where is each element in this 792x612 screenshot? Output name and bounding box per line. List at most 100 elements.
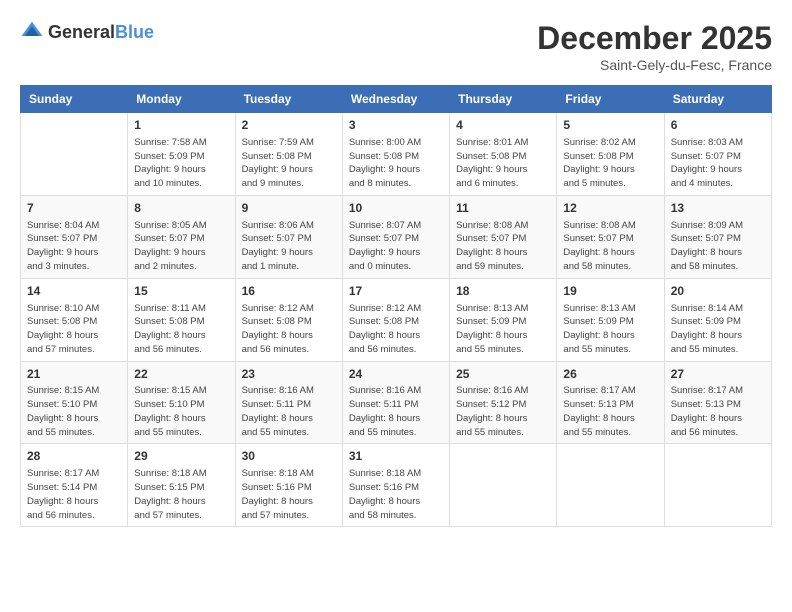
day-number: 25 xyxy=(456,366,550,383)
calendar-cell: 6 Sunrise: 8:03 AMSunset: 5:07 PMDaylight… xyxy=(664,113,771,196)
day-number: 30 xyxy=(242,448,336,465)
day-info: Sunrise: 8:17 AMSunset: 5:14 PMDaylight:… xyxy=(27,467,121,522)
day-info: Sunrise: 8:15 AMSunset: 5:10 PMDaylight:… xyxy=(27,384,121,439)
calendar-cell xyxy=(664,444,771,527)
calendar-header-friday: Friday xyxy=(557,86,664,113)
calendar-cell: 27Sunrise: 8:17 AMSunset: 5:13 PMDayligh… xyxy=(664,361,771,444)
day-info: Sunrise: 8:09 AMSunset: 5:07 PMDaylight:… xyxy=(671,219,765,274)
logo-text: GeneralBlue xyxy=(48,23,154,41)
day-info: Sunrise: 8:18 AMSunset: 5:15 PMDaylight:… xyxy=(134,467,228,522)
day-info: Sunrise: 8:07 AMSunset: 5:07 PMDaylight:… xyxy=(349,219,443,274)
day-info: Sunrise: 7:59 AMSunset: 5:08 PMDaylight:… xyxy=(242,136,336,191)
calendar-cell: 30 Sunrise: 8:18 AMSunset: 5:16 PMDayligh… xyxy=(235,444,342,527)
calendar-cell: 29 Sunrise: 8:18 AMSunset: 5:15 PMDayligh… xyxy=(128,444,235,527)
calendar-cell: 17 Sunrise: 8:12 AMSunset: 5:08 PMDayligh… xyxy=(342,278,449,361)
month-title: December 2025 xyxy=(537,20,772,57)
calendar-cell xyxy=(21,113,128,196)
calendar-header-thursday: Thursday xyxy=(450,86,557,113)
location: Saint-Gely-du-Fesc, France xyxy=(537,57,772,73)
day-number: 27 xyxy=(671,366,765,383)
title-section: December 2025 Saint-Gely-du-Fesc, France xyxy=(537,20,772,73)
calendar-cell: 15Sunrise: 8:11 AMSunset: 5:08 PMDayligh… xyxy=(128,278,235,361)
day-info: Sunrise: 8:14 AMSunset: 5:09 PMDaylight:… xyxy=(671,302,765,357)
day-number: 15 xyxy=(134,283,228,300)
day-number: 5 xyxy=(563,117,657,134)
calendar-cell: 31 Sunrise: 8:18 AMSunset: 5:16 PMDayligh… xyxy=(342,444,449,527)
calendar-cell: 2 Sunrise: 7:59 AMSunset: 5:08 PMDaylight… xyxy=(235,113,342,196)
day-info: Sunrise: 8:16 AMSunset: 5:11 PMDaylight:… xyxy=(242,384,336,439)
logo-general: General xyxy=(48,22,115,42)
day-number: 14 xyxy=(27,283,121,300)
calendar-cell: 26Sunrise: 8:17 AMSunset: 5:13 PMDayligh… xyxy=(557,361,664,444)
day-info: Sunrise: 8:15 AMSunset: 5:10 PMDaylight:… xyxy=(134,384,228,439)
day-info: Sunrise: 8:04 AMSunset: 5:07 PMDaylight:… xyxy=(27,219,121,274)
calendar-header-tuesday: Tuesday xyxy=(235,86,342,113)
header: GeneralBlue December 2025 Saint-Gely-du-… xyxy=(20,20,772,73)
day-number: 9 xyxy=(242,200,336,217)
calendar-week-4: 28 Sunrise: 8:17 AMSunset: 5:14 PMDayligh… xyxy=(21,444,772,527)
calendar-cell: 22Sunrise: 8:15 AMSunset: 5:10 PMDayligh… xyxy=(128,361,235,444)
calendar-week-0: 1 Sunrise: 7:58 AMSunset: 5:09 PMDaylight… xyxy=(21,113,772,196)
day-info: Sunrise: 8:16 AMSunset: 5:12 PMDaylight:… xyxy=(456,384,550,439)
calendar-cell: 7 Sunrise: 8:04 AMSunset: 5:07 PMDaylight… xyxy=(21,195,128,278)
calendar-cell: 24Sunrise: 8:16 AMSunset: 5:11 PMDayligh… xyxy=(342,361,449,444)
day-number: 22 xyxy=(134,366,228,383)
day-info: Sunrise: 8:17 AMSunset: 5:13 PMDaylight:… xyxy=(563,384,657,439)
calendar-table: SundayMondayTuesdayWednesdayThursdayFrid… xyxy=(20,85,772,527)
day-number: 31 xyxy=(349,448,443,465)
day-info: Sunrise: 8:13 AMSunset: 5:09 PMDaylight:… xyxy=(563,302,657,357)
day-number: 20 xyxy=(671,283,765,300)
calendar-cell: 20 Sunrise: 8:14 AMSunset: 5:09 PMDayligh… xyxy=(664,278,771,361)
day-info: Sunrise: 8:12 AMSunset: 5:08 PMDaylight:… xyxy=(349,302,443,357)
day-number: 10 xyxy=(349,200,443,217)
calendar-cell: 4Sunrise: 8:01 AMSunset: 5:08 PMDaylight… xyxy=(450,113,557,196)
day-number: 4 xyxy=(456,117,550,134)
day-number: 7 xyxy=(27,200,121,217)
calendar-cell: 1 Sunrise: 7:58 AMSunset: 5:09 PMDaylight… xyxy=(128,113,235,196)
calendar-cell: 5Sunrise: 8:02 AMSunset: 5:08 PMDaylight… xyxy=(557,113,664,196)
calendar-cell xyxy=(557,444,664,527)
calendar-header-wednesday: Wednesday xyxy=(342,86,449,113)
calendar-cell: 28 Sunrise: 8:17 AMSunset: 5:14 PMDayligh… xyxy=(21,444,128,527)
calendar-week-3: 21Sunrise: 8:15 AMSunset: 5:10 PMDayligh… xyxy=(21,361,772,444)
day-info: Sunrise: 8:12 AMSunset: 5:08 PMDaylight:… xyxy=(242,302,336,357)
day-info: Sunrise: 8:08 AMSunset: 5:07 PMDaylight:… xyxy=(456,219,550,274)
calendar-cell: 13 Sunrise: 8:09 AMSunset: 5:07 PMDayligh… xyxy=(664,195,771,278)
day-number: 29 xyxy=(134,448,228,465)
day-info: Sunrise: 7:58 AMSunset: 5:09 PMDaylight:… xyxy=(134,136,228,191)
calendar-header-saturday: Saturday xyxy=(664,86,771,113)
calendar-cell: 8Sunrise: 8:05 AMSunset: 5:07 PMDaylight… xyxy=(128,195,235,278)
day-number: 17 xyxy=(349,283,443,300)
calendar-cell: 14 Sunrise: 8:10 AMSunset: 5:08 PMDayligh… xyxy=(21,278,128,361)
calendar-cell: 10 Sunrise: 8:07 AMSunset: 5:07 PMDayligh… xyxy=(342,195,449,278)
day-info: Sunrise: 8:13 AMSunset: 5:09 PMDaylight:… xyxy=(456,302,550,357)
day-info: Sunrise: 8:03 AMSunset: 5:07 PMDaylight:… xyxy=(671,136,765,191)
day-info: Sunrise: 8:18 AMSunset: 5:16 PMDaylight:… xyxy=(349,467,443,522)
day-info: Sunrise: 8:18 AMSunset: 5:16 PMDaylight:… xyxy=(242,467,336,522)
day-number: 1 xyxy=(134,117,228,134)
day-info: Sunrise: 8:06 AMSunset: 5:07 PMDaylight:… xyxy=(242,219,336,274)
day-number: 2 xyxy=(242,117,336,134)
day-number: 12 xyxy=(563,200,657,217)
day-info: Sunrise: 8:08 AMSunset: 5:07 PMDaylight:… xyxy=(563,219,657,274)
calendar-cell: 16Sunrise: 8:12 AMSunset: 5:08 PMDayligh… xyxy=(235,278,342,361)
day-number: 8 xyxy=(134,200,228,217)
day-number: 21 xyxy=(27,366,121,383)
calendar-cell: 18 Sunrise: 8:13 AMSunset: 5:09 PMDayligh… xyxy=(450,278,557,361)
day-number: 18 xyxy=(456,283,550,300)
calendar-header-monday: Monday xyxy=(128,86,235,113)
day-number: 26 xyxy=(563,366,657,383)
calendar-cell: 12 Sunrise: 8:08 AMSunset: 5:07 PMDayligh… xyxy=(557,195,664,278)
day-number: 28 xyxy=(27,448,121,465)
calendar-cell: 23Sunrise: 8:16 AMSunset: 5:11 PMDayligh… xyxy=(235,361,342,444)
day-number: 19 xyxy=(563,283,657,300)
day-number: 13 xyxy=(671,200,765,217)
day-info: Sunrise: 8:10 AMSunset: 5:08 PMDaylight:… xyxy=(27,302,121,357)
calendar-cell: 11Sunrise: 8:08 AMSunset: 5:07 PMDayligh… xyxy=(450,195,557,278)
day-number: 3 xyxy=(349,117,443,134)
logo: GeneralBlue xyxy=(20,20,154,44)
logo-blue: Blue xyxy=(115,22,154,42)
calendar-header-sunday: Sunday xyxy=(21,86,128,113)
day-info: Sunrise: 8:00 AMSunset: 5:08 PMDaylight:… xyxy=(349,136,443,191)
day-number: 6 xyxy=(671,117,765,134)
